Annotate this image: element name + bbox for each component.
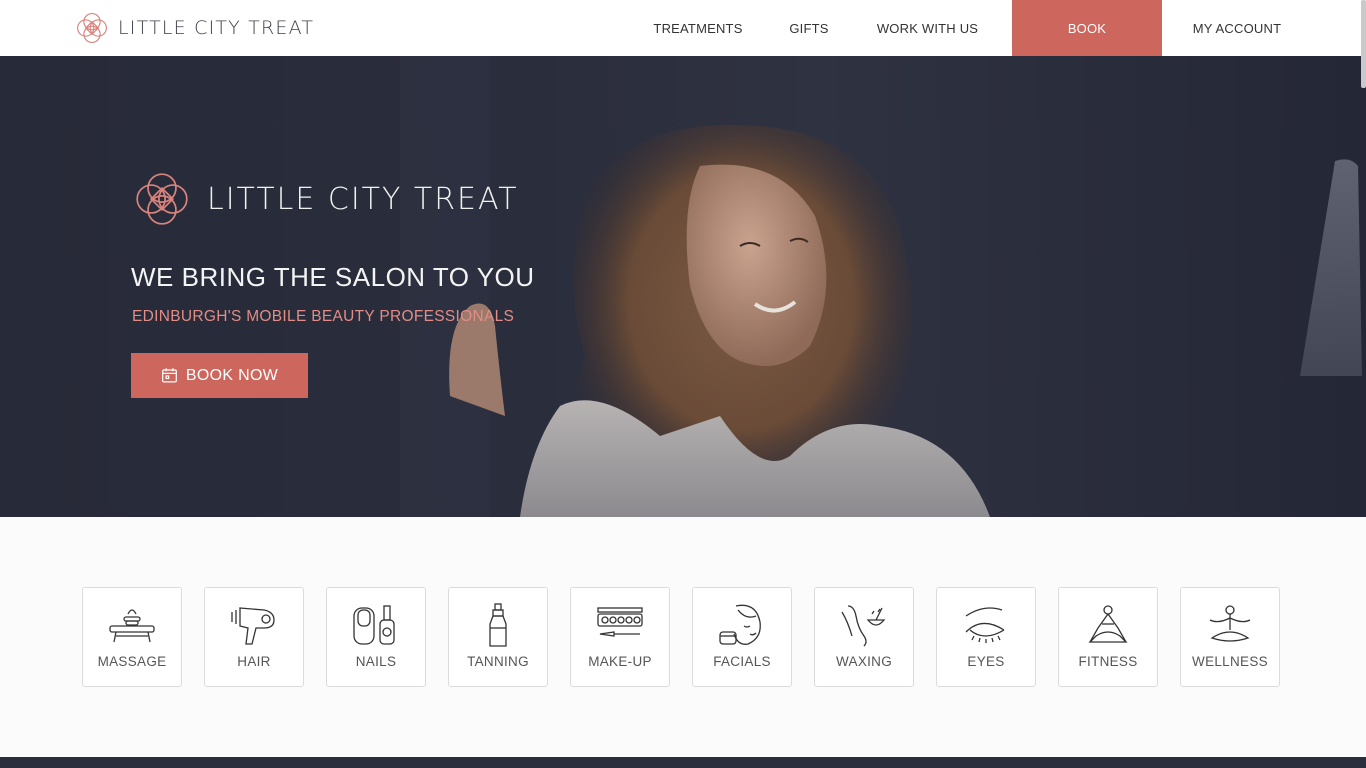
makeup-palette-icon: [597, 607, 643, 637]
service-tile-nails[interactable]: NAILS: [326, 587, 426, 687]
services-section: MASSAGE HAIR NAILS TANNING MAKE-UP FACIA…: [0, 517, 1366, 757]
book-now-button[interactable]: BOOK NOW: [131, 353, 308, 398]
service-tile-massage[interactable]: MASSAGE: [82, 587, 182, 687]
service-tile-wellness[interactable]: WELLNESS: [1180, 587, 1280, 687]
hero-logo: LITTLE CITY TREAT: [131, 168, 519, 230]
hero-subtitle: EDINBURGH'S MOBILE BEAUTY PROFESSIONALS: [132, 308, 515, 325]
flower-logo-icon: [136, 173, 188, 225]
spray-bottle-icon: [489, 603, 507, 647]
service-label: EYES: [967, 654, 1005, 669]
service-tile-fitness[interactable]: FITNESS: [1058, 587, 1158, 687]
nav-work-with-us[interactable]: WORK WITH US: [862, 0, 993, 56]
hero-title: WE BRING THE SALON TO YOU: [131, 262, 535, 292]
service-tile-hair[interactable]: HAIR: [204, 587, 304, 687]
wax-leg-icon: [841, 605, 886, 647]
service-label: MAKE-UP: [588, 654, 652, 669]
service-label: HAIR: [237, 654, 271, 669]
calendar-icon: [162, 368, 177, 383]
hair-dryer-icon: [231, 607, 275, 645]
yoga-pose-icon: [1088, 605, 1128, 643]
brand-logo-link[interactable]: LITTLE CITY TREAT: [74, 10, 314, 46]
service-label: FACIALS: [713, 654, 771, 669]
page-scrollbar[interactable]: [1361, 0, 1366, 88]
service-label: FITNESS: [1078, 654, 1138, 669]
service-label: TANNING: [467, 654, 529, 669]
nav-gifts[interactable]: GIFTS: [772, 0, 846, 56]
face-cream-icon: [719, 604, 761, 645]
hero-banner: LITTLE CITY TREAT WE BRING THE SALON TO …: [0, 56, 1366, 517]
footer-band: [0, 757, 1366, 768]
meditation-icon: [1209, 605, 1251, 642]
service-tile-eyes[interactable]: EYES: [936, 587, 1036, 687]
massage-table-icon: [109, 609, 155, 643]
service-label: WAXING: [835, 654, 893, 669]
service-tile-waxing[interactable]: WAXING: [814, 587, 914, 687]
service-tile-make-up[interactable]: MAKE-UP: [570, 587, 670, 687]
service-label: MASSAGE: [97, 654, 167, 669]
nav-treatments[interactable]: TREATMENTS: [637, 0, 759, 56]
eye-brow-icon: [965, 607, 1005, 643]
service-label: WELLNESS: [1192, 654, 1268, 669]
service-label: NAILS: [355, 654, 397, 669]
nav-my-account[interactable]: MY ACCOUNT: [1178, 0, 1296, 56]
nail-polish-icon: [353, 605, 395, 645]
book-now-label: BOOK NOW: [185, 366, 279, 384]
site-header: LITTLE CITY TREAT TREATMENTS GIFTS WORK …: [0, 0, 1366, 56]
service-tile-tanning[interactable]: TANNING: [448, 587, 548, 687]
nav-book-button[interactable]: BOOK: [1012, 0, 1162, 56]
flower-logo-icon: [77, 13, 107, 43]
service-tile-facials[interactable]: FACIALS: [692, 587, 792, 687]
hero-logo-text: LITTLE CITY TREAT: [207, 181, 519, 217]
brand-name: LITTLE CITY TREAT: [118, 17, 315, 39]
